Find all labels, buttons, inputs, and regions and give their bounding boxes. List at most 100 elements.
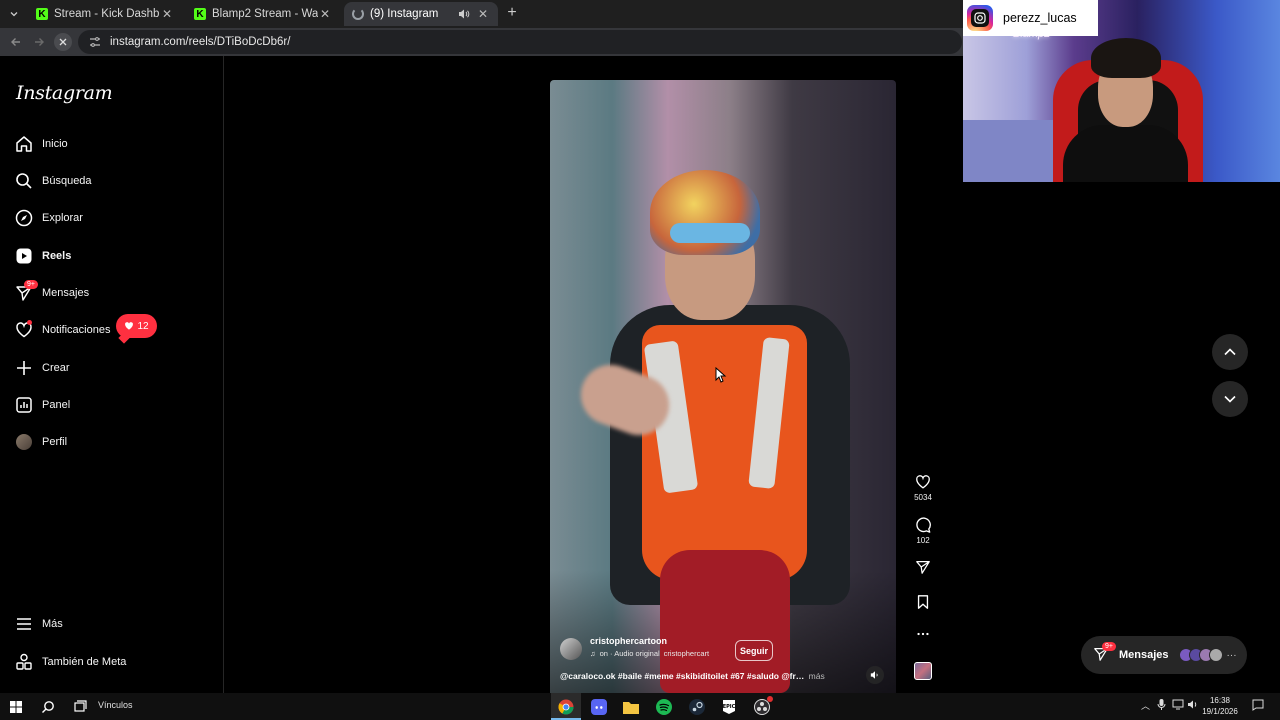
epic-games-icon: EPIC: [723, 700, 736, 714]
site-settings-icon[interactable]: [88, 36, 102, 48]
sidebar-item-tambien-de-meta[interactable]: También de Meta: [14, 648, 126, 676]
sidebar-item-label: Búsqueda: [42, 175, 92, 187]
tab-instagram[interactable]: (9) Instagram ✕: [344, 2, 498, 26]
sidebar-item-label: Inicio: [42, 138, 68, 150]
profile-avatar: [14, 432, 34, 452]
tab-blamp2-stream[interactable]: K Blamp2 Stream - Watch Live on ✕: [186, 2, 340, 26]
epic-games-taskbar-button[interactable]: EPIC: [719, 697, 739, 717]
comment-count: 102: [916, 536, 930, 545]
caption-more-link[interactable]: más: [809, 671, 825, 681]
reel-video[interactable]: cristophercartoon ♫ on · Audio original …: [550, 80, 896, 693]
share-icon: [916, 561, 930, 574]
chevron-down-icon: [1224, 395, 1236, 403]
comment-icon: [916, 517, 931, 533]
like-action[interactable]: 5034: [912, 474, 934, 502]
spotify-icon: [656, 699, 672, 715]
chrome-taskbar-button[interactable]: [556, 697, 576, 717]
messages-badge: 9+: [24, 280, 38, 289]
chevron-up-icon: [1224, 348, 1236, 356]
arrow-left-icon: [11, 38, 20, 46]
sidebar-item-perfil[interactable]: Perfil: [14, 428, 67, 456]
tab-search-button[interactable]: [4, 4, 24, 24]
audio-label: on · Audio original: [599, 649, 660, 658]
close-icon[interactable]: ✕: [318, 7, 332, 21]
author-username[interactable]: cristophercartoon: [590, 636, 709, 646]
sidebar-item-mensajes[interactable]: 9+ Mensajes: [14, 279, 89, 307]
messages-pill[interactable]: 9+ Mensajes ···: [1081, 636, 1247, 674]
instagram-icon: [967, 5, 993, 31]
start-button[interactable]: [6, 697, 26, 717]
microphone-icon[interactable]: [1157, 699, 1166, 710]
task-view-button[interactable]: [70, 697, 90, 717]
audio-owner: cristophercart: [663, 649, 710, 658]
audio-thumbnail[interactable]: [914, 662, 932, 680]
save-action[interactable]: [912, 594, 934, 610]
file-explorer-taskbar-button[interactable]: [621, 697, 641, 717]
notification-count-badge: 12: [116, 314, 157, 338]
follow-button[interactable]: Seguir: [735, 640, 773, 661]
svg-text:EPIC: EPIC: [723, 704, 736, 710]
sidebar-item-busqueda[interactable]: Búsqueda: [14, 167, 92, 195]
forward-button[interactable]: [31, 34, 47, 50]
video-frame: [550, 80, 896, 693]
comment-action[interactable]: 102: [912, 517, 934, 545]
compass-icon: [14, 208, 34, 228]
obs-taskbar-button[interactable]: [752, 696, 773, 717]
network-icon[interactable]: [1172, 699, 1184, 710]
close-icon[interactable]: ✕: [476, 7, 490, 21]
sidebar-item-inicio[interactable]: Inicio: [14, 130, 68, 158]
messages-badge: 9+: [1102, 642, 1116, 651]
next-reel-button[interactable]: [1212, 381, 1248, 417]
windows-icon: [10, 701, 22, 713]
sidebar-item-label: Notificaciones: [42, 324, 111, 336]
messages-icon: 9+: [14, 280, 38, 303]
links-toolbar-label[interactable]: Vínculos: [98, 700, 133, 710]
tab-kick-dashboard[interactable]: K Stream - Kick Dashboard ✕: [28, 2, 182, 26]
speaker-icon[interactable]: [458, 8, 470, 20]
instagram-logo[interactable]: Instagram: [16, 82, 113, 104]
more-options-action[interactable]: [912, 626, 934, 642]
notification-center-icon[interactable]: [1252, 699, 1264, 711]
home-icon: [14, 134, 34, 154]
steam-taskbar-button[interactable]: [687, 697, 707, 717]
mute-button[interactable]: [866, 666, 884, 684]
sidebar-item-crear[interactable]: Crear: [14, 354, 70, 382]
address-bar[interactable]: instagram.com/reels/DTiBoDcDb6r/: [78, 30, 962, 54]
discord-taskbar-button[interactable]: [589, 697, 609, 717]
reel-caption[interactable]: @caraloco.ok #baile #meme #skibiditoilet…: [560, 671, 860, 681]
heart-icon: [916, 475, 930, 489]
reel-audio[interactable]: ♫ on · Audio original cristophercart: [590, 649, 709, 658]
search-icon: [14, 171, 34, 191]
sidebar-item-panel[interactable]: Panel: [14, 391, 70, 419]
sidebar-item-label: También de Meta: [42, 656, 127, 668]
share-action[interactable]: [912, 559, 934, 575]
new-tab-button[interactable]: +: [504, 5, 520, 21]
back-button[interactable]: [8, 34, 24, 50]
sidebar-item-reels[interactable]: Reels: [14, 242, 71, 270]
sidebar-item-explorar[interactable]: Explorar: [14, 204, 83, 232]
sidebar-item-notificaciones[interactable]: Notificaciones: [14, 316, 110, 344]
clock-time: 16:38: [1209, 696, 1231, 705]
webcam-overlay: Blamp2 perezz_lucas: [963, 0, 1280, 182]
menu-icon: [14, 614, 34, 634]
previous-reel-button[interactable]: [1212, 334, 1248, 370]
sidebar-item-label: Reels: [42, 250, 72, 262]
music-note-icon: ♫: [590, 649, 596, 658]
loading-icon: [352, 8, 364, 20]
sidebar-item-label: Más: [42, 618, 63, 630]
search-button[interactable]: [38, 697, 58, 717]
spotify-taskbar-button[interactable]: [654, 697, 674, 717]
heart-icon: [125, 322, 134, 330]
bookmark-icon: [917, 595, 929, 609]
notification-dot: [27, 320, 32, 325]
sidebar-item-label: Perfil: [42, 436, 68, 448]
author-avatar[interactable]: [560, 638, 582, 660]
sidebar-item-mas[interactable]: Más: [14, 610, 63, 638]
stop-loading-button[interactable]: [54, 33, 72, 51]
tray-overflow-icon[interactable]: ︿: [1141, 699, 1150, 712]
close-icon[interactable]: ✕: [160, 7, 174, 21]
clock-date: 19/1/2026: [1202, 707, 1238, 716]
system-clock[interactable]: 16:38 19/1/2026: [1200, 695, 1240, 717]
search-icon: [42, 701, 54, 713]
volume-icon[interactable]: [1187, 699, 1199, 710]
